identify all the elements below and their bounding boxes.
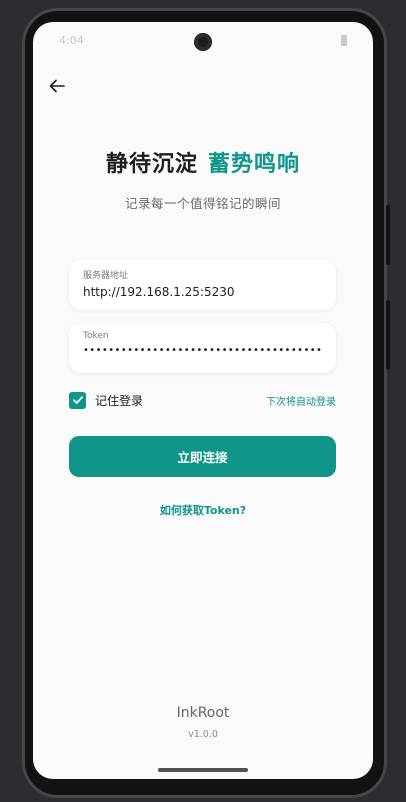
token-input[interactable]: ••••••••••••••••••••••••••••••••••••••••… <box>83 345 322 356</box>
volume-button <box>386 205 390 265</box>
token-label: Token <box>83 331 109 341</box>
remember-label: 记住登录 <box>95 393 144 408</box>
camera-cutout <box>194 33 212 51</box>
power-button <box>386 300 390 370</box>
auto-login-hint[interactable]: 下次将自动登录 <box>266 393 336 408</box>
connect-button[interactable]: 立即连接 <box>69 436 336 477</box>
page-subtitle: 记录每一个值得铭记的瞬间 <box>124 196 281 211</box>
server-address-field[interactable]: 服务器地址 <box>69 260 336 310</box>
status-time: 4:04 <box>59 33 84 47</box>
server-address-input[interactable] <box>83 285 322 299</box>
remember-toggle[interactable]: 记住登录 <box>69 391 144 409</box>
server-address-label: 服务器地址 <box>83 271 129 281</box>
app-screen: 4:04 静待沉淀蓄势鸣响 记录每一个值得铭记的瞬间 服务器地址 Token •… <box>33 22 373 779</box>
title-part-2: 蓄势鸣响 <box>208 152 301 177</box>
check-icon <box>72 396 83 404</box>
device: 4:04 静待沉淀蓄势鸣响 记录每一个值得铭记的瞬间 服务器地址 Token •… <box>0 0 406 802</box>
home-indicator[interactable] <box>158 768 248 772</box>
token-field[interactable]: Token ••••••••••••••••••••••••••••••••••… <box>69 323 336 373</box>
get-token-help-link[interactable]: 如何获取Token? <box>33 502 373 518</box>
remember-row: 记住登录 下次将自动登录 <box>69 388 336 412</box>
battery-icon <box>341 34 347 46</box>
back-button[interactable] <box>43 72 71 100</box>
app-version: v1.0.0 <box>188 729 218 740</box>
title-part-1: 静待沉淀 <box>105 152 198 177</box>
status-icons <box>341 34 347 46</box>
page-title: 静待沉淀 蓄势鸣响 <box>33 146 373 178</box>
arrow-left-icon <box>49 79 65 93</box>
remember-checkbox[interactable] <box>69 391 86 409</box>
app-name: InkRoot <box>176 705 230 721</box>
